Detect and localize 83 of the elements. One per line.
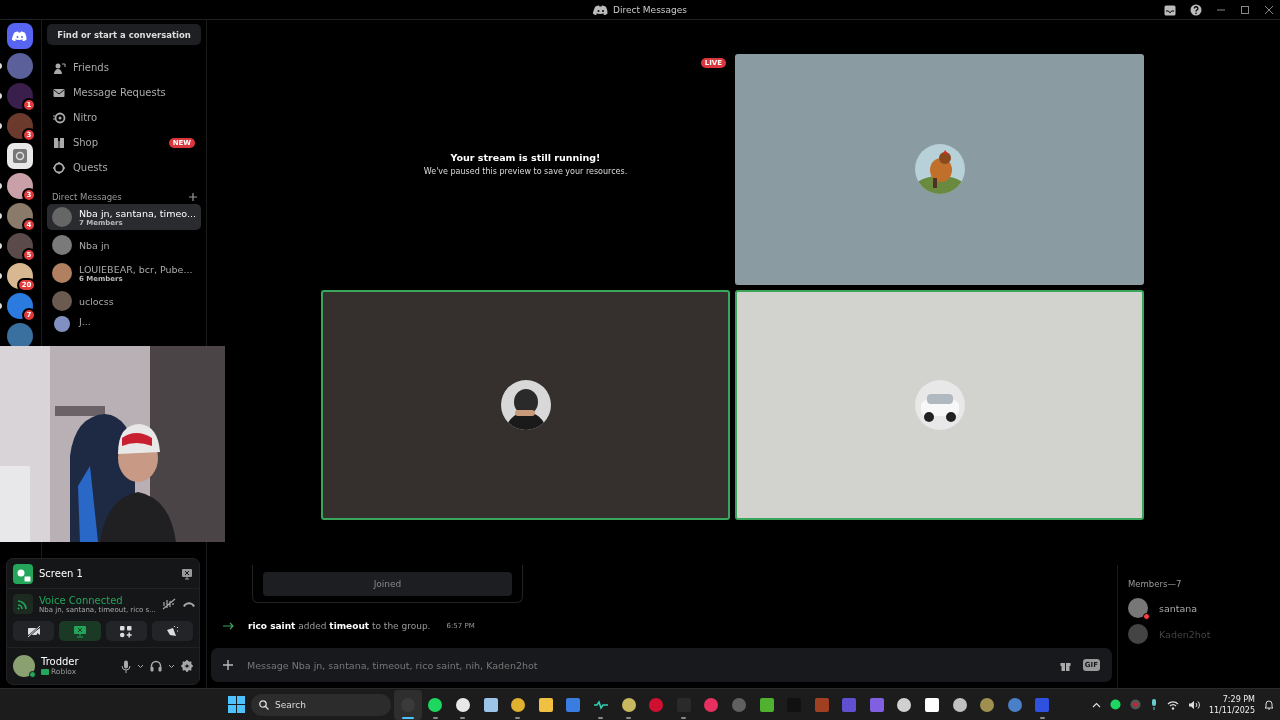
search-field[interactable]: Find or start a conversation — [46, 24, 201, 45]
noise-suppression-icon[interactable] — [161, 598, 176, 610]
discord-logo-icon — [12, 30, 29, 42]
dm-item[interactable]: Nba jn — [46, 232, 201, 258]
activities-icon — [119, 624, 134, 638]
nav-label: Friends — [72, 62, 110, 73]
taskbar-app[interactable] — [394, 689, 422, 720]
nav-label: Message Requests — [72, 87, 167, 98]
section-header: Members—7 — [1128, 579, 1183, 589]
start-icon[interactable] — [228, 696, 245, 713]
clock[interactable]: 7:29 PM 11/11/2025 — [1208, 693, 1255, 716]
plus-icon[interactable] — [189, 193, 197, 201]
stop-stream-icon[interactable] — [181, 567, 193, 580]
member-name: Kaden2hot — [1159, 628, 1211, 640]
help-icon[interactable] — [1190, 4, 1202, 16]
nav-label: Nitro — [72, 112, 99, 123]
notification-bell-icon[interactable] — [1264, 699, 1274, 710]
nav-item[interactable]: Quests — [46, 155, 201, 180]
voice-status: Voice Connected — [39, 594, 124, 606]
settings-icon[interactable] — [181, 660, 193, 672]
gear-icon — [52, 161, 66, 174]
server-icon[interactable] — [7, 143, 34, 169]
caret-icon[interactable] — [168, 663, 175, 669]
online-status-dot — [29, 671, 36, 678]
inbox-icon[interactable] — [1164, 4, 1176, 16]
close-icon[interactable] — [1264, 5, 1274, 15]
safe-icon — [12, 148, 29, 164]
volume-icon[interactable] — [1187, 699, 1200, 710]
member-name: santana — [1159, 602, 1198, 614]
person-icon — [52, 61, 66, 74]
discord-logo-icon — [593, 3, 609, 16]
search-field[interactable]: Search — [251, 693, 391, 716]
video-tile[interactable] — [321, 289, 730, 520]
nav-item[interactable]: Message Requests — [46, 80, 201, 105]
stream-paused-title: Your stream is still running! — [450, 152, 601, 163]
dm-item[interactable]: J... — [46, 316, 201, 334]
system-message: rico saint added timeout to the group. — [248, 620, 431, 631]
activities-button[interactable] — [105, 621, 147, 641]
game-icon — [41, 668, 49, 675]
dm-name: Nba jn, santana, timeo... — [78, 207, 196, 219]
maximize-icon[interactable] — [1240, 5, 1250, 15]
microphone-icon[interactable] — [1149, 699, 1158, 710]
video-tile[interactable] — [735, 289, 1144, 520]
nav-item[interactable]: Nitro — [46, 105, 201, 130]
join-arrow-icon — [223, 621, 235, 630]
stream-icon — [13, 563, 33, 584]
envelope-icon — [52, 86, 66, 99]
username: Trodder — [41, 656, 80, 667]
dm-name: Nba jn — [78, 239, 110, 251]
nav-label: Quests — [72, 162, 109, 173]
user-avatar[interactable] — [13, 655, 35, 677]
joined-button[interactable]: Joined — [263, 572, 512, 596]
section-header: Direct Messages — [51, 192, 122, 202]
soundboard-icon — [165, 624, 180, 638]
search-icon — [259, 699, 269, 710]
camera-off-button[interactable] — [13, 621, 55, 641]
nav-item[interactable]: Friends — [46, 55, 201, 80]
window-title: Direct Messages — [613, 4, 687, 15]
dm-name: LOUIEBEAR, bcr, Pube... — [78, 263, 193, 275]
signal-icon — [13, 594, 33, 614]
wifi-icon[interactable] — [1166, 699, 1179, 710]
soundboard-button[interactable] — [151, 621, 193, 641]
dm-item[interactable]: uclocss — [46, 288, 201, 314]
nav-label: Shop — [72, 137, 100, 148]
microphone-icon[interactable] — [121, 659, 131, 673]
chevron-up-icon[interactable] — [1091, 701, 1101, 708]
dm-name: uclocss — [78, 295, 114, 307]
server-icon[interactable] — [7, 323, 34, 349]
hang-up-icon[interactable] — [181, 600, 196, 608]
caret-icon[interactable] — [137, 663, 144, 669]
screen-share-button[interactable] — [59, 621, 101, 641]
stream-paused-text: We've paused this preview to save your resources. — [423, 167, 628, 176]
stream-label: Screen 1 — [39, 568, 84, 579]
dm-name: J... — [78, 316, 91, 327]
member-item[interactable]: santana — [1128, 595, 1270, 621]
video-tile[interactable] — [735, 53, 1144, 285]
home-button[interactable] — [7, 23, 34, 49]
eye-icon — [52, 111, 66, 124]
screen-share-icon — [72, 624, 87, 638]
headphones-icon[interactable] — [150, 660, 162, 672]
camera-off-icon — [26, 624, 41, 638]
plus-icon[interactable] — [223, 660, 233, 670]
app-icon[interactable] — [1109, 699, 1121, 710]
